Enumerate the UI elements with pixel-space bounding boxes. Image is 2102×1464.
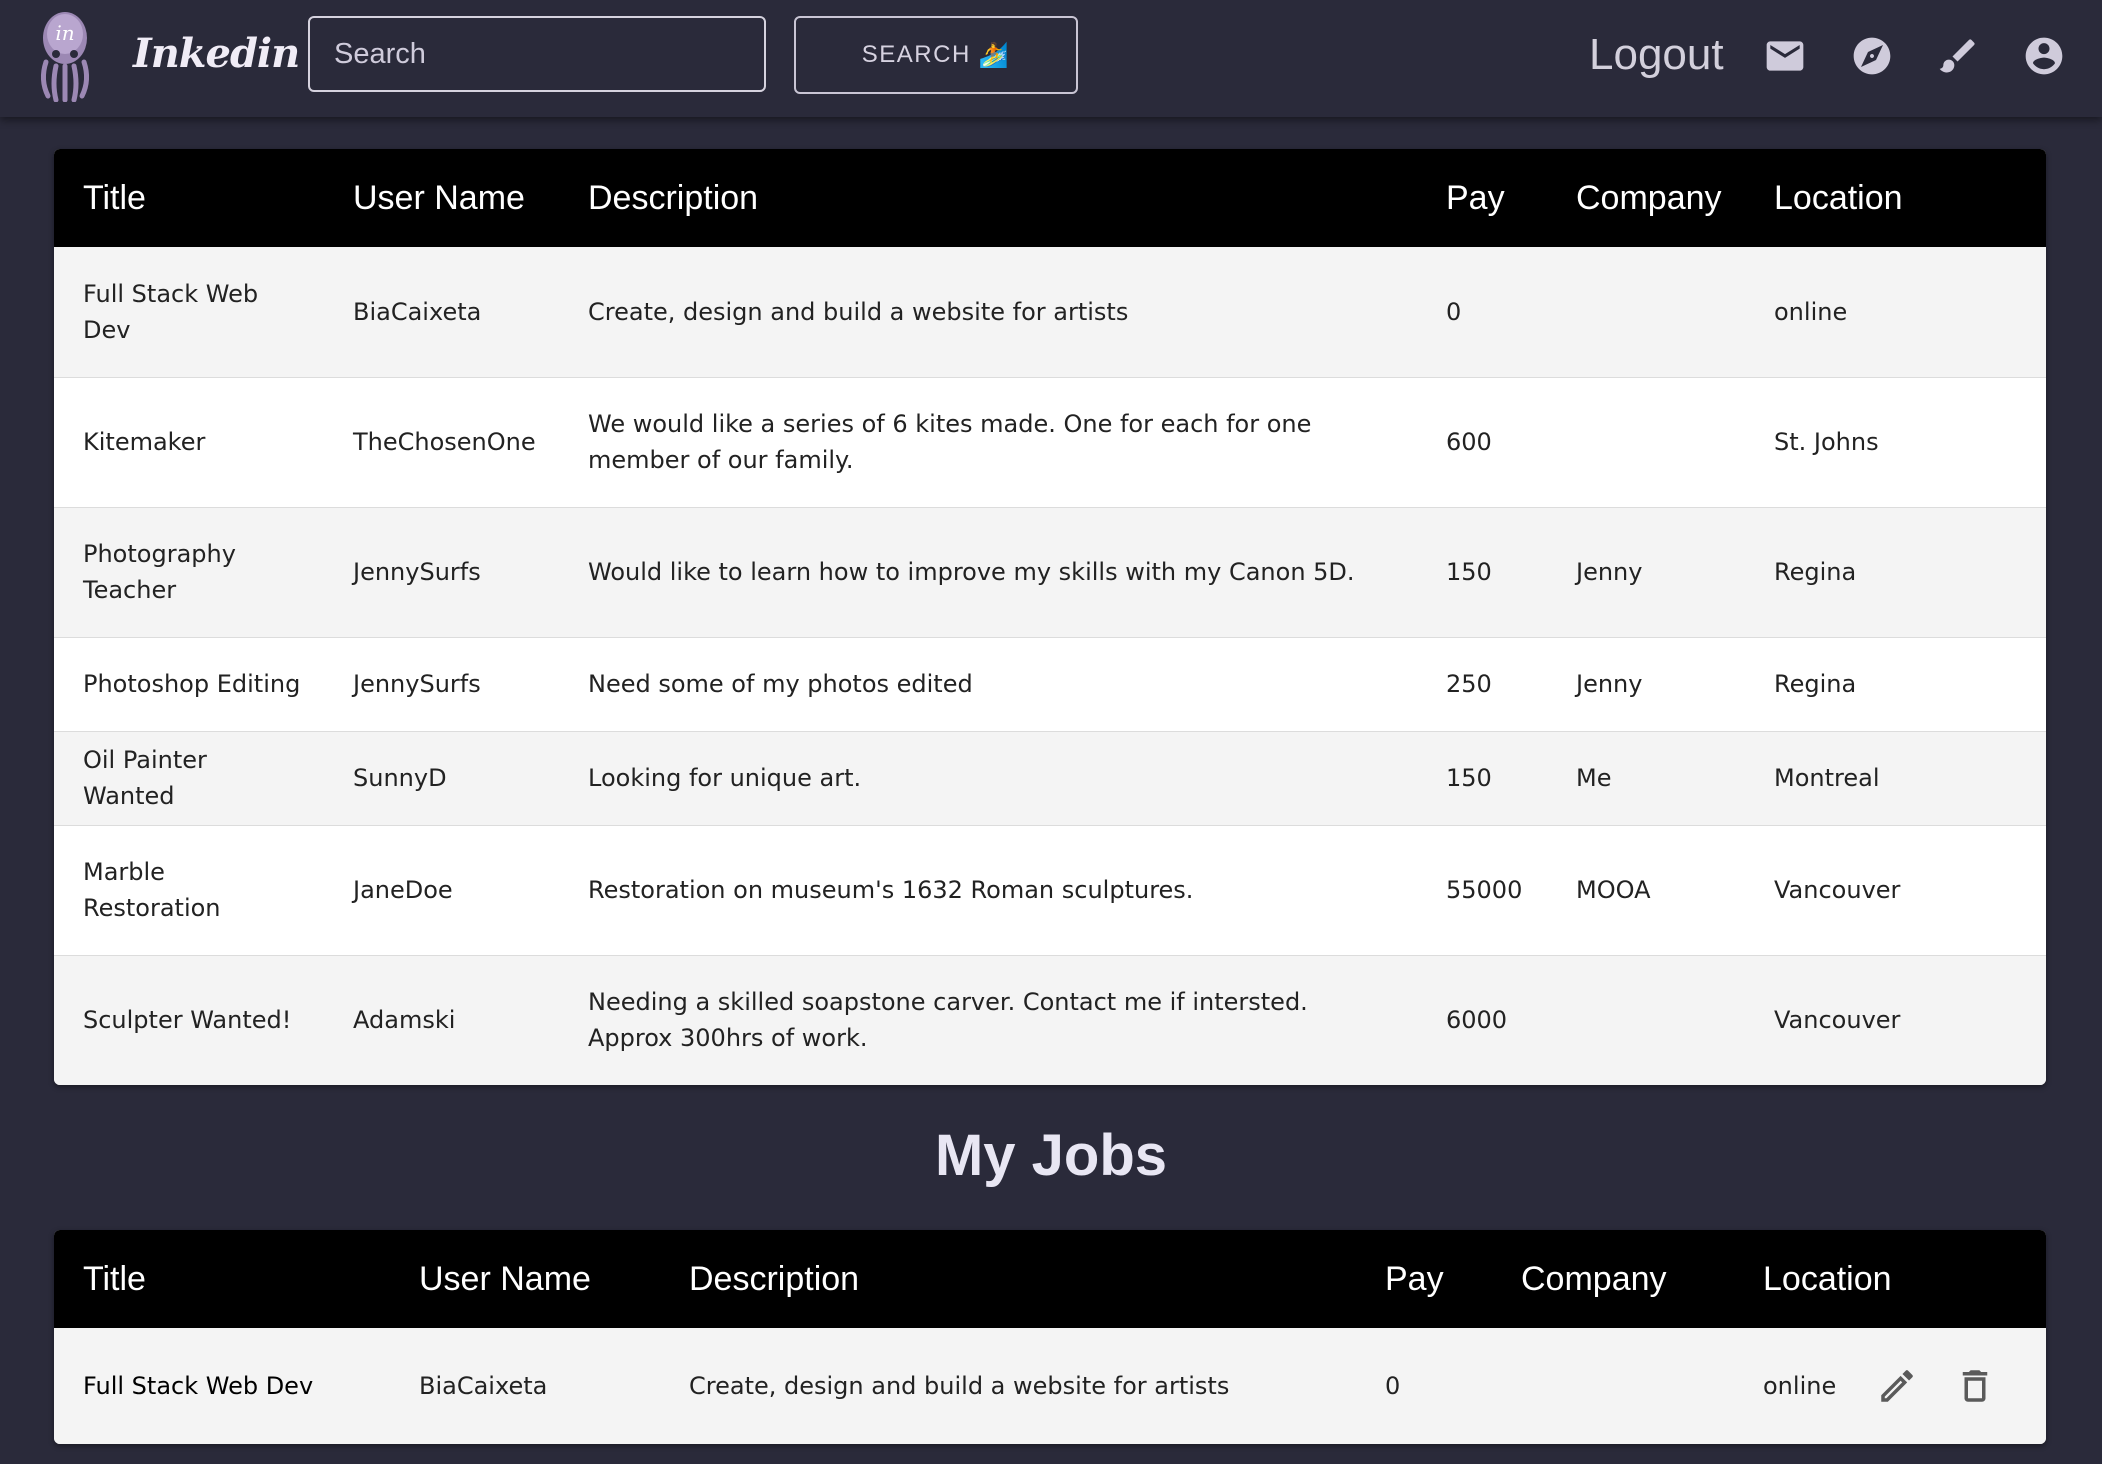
cell-company: MOOA [1547, 825, 1745, 956]
cell-pay: 600 [1417, 377, 1547, 508]
cell-pay: 250 [1417, 637, 1547, 732]
column-header-location: Location [1763, 1259, 1892, 1298]
cell-user-name: BiaCaixeta [324, 247, 559, 378]
mail-icon[interactable] [1763, 34, 1807, 78]
app-bar: in Inkedin SEARCH 🏄 Logout [0, 0, 2102, 117]
squid-logo-icon[interactable]: in [34, 10, 96, 103]
cell-description: Need some of my photos edited [559, 637, 1417, 732]
cell-pay: 55000 [1417, 825, 1547, 956]
table-row[interactable]: Sculpter Wanted! Adamski Needing a skill… [54, 955, 2046, 1085]
cell-description: Restoration on museum's 1632 Roman sculp… [559, 825, 1417, 956]
column-header-description: Description [588, 178, 759, 217]
cell-description: We would like a series of 6 kites made. … [559, 377, 1417, 508]
my-jobs-table-card: Title User Name Description Pay Company … [54, 1230, 2046, 1444]
search-button-label: SEARCH [861, 41, 971, 68]
cell-description: Looking for unique art. [559, 731, 1417, 826]
cell-company [1492, 1328, 1734, 1444]
cell-location: Vancouver [1745, 825, 2046, 956]
cell-user-name: TheChosenOne [324, 377, 559, 508]
cell-location: St. Johns [1745, 377, 2046, 508]
table-header-row: Title User Name Description Pay Company … [54, 149, 2046, 247]
cell-location: Montreal [1745, 731, 2046, 826]
column-header-user-name: User Name [353, 178, 525, 217]
table-row[interactable]: Full Stack Web Dev BiaCaixeta Create, de… [54, 247, 2046, 378]
column-header-actions [1866, 1230, 2046, 1328]
svg-text:in: in [55, 21, 74, 45]
cell-user-name: JaneDoe [324, 825, 559, 956]
cell-location: Vancouver [1774, 1006, 1901, 1035]
cell-company: Jenny [1547, 507, 1745, 638]
cell-description: Create, design and build a website for a… [689, 1372, 1230, 1400]
cell-actions [1866, 1328, 2046, 1444]
cell-description: Create, design and build a website for a… [559, 247, 1417, 378]
search-input[interactable] [308, 16, 766, 92]
cell-user-name: JennySurfs [324, 637, 559, 732]
column-header-company: Company [1521, 1259, 1667, 1298]
table-row[interactable]: Oil Painter Wanted SunnyD Looking for un… [54, 731, 2046, 826]
column-header-location: Location [1774, 178, 1903, 217]
cell-pay: 150 [1417, 507, 1547, 638]
cell-title: Oil Painter Wanted [54, 731, 324, 826]
cell-location: Regina [1745, 507, 2046, 638]
cell-pay: 150 [1417, 731, 1547, 826]
logout-link[interactable]: Logout [1589, 30, 1724, 80]
edit-icon[interactable] [1876, 1365, 1918, 1407]
brush-icon[interactable] [1936, 34, 1980, 78]
cell-location: online [1745, 247, 2046, 378]
cell-title: Full Stack Web Dev [54, 247, 324, 378]
column-header-description: Description [689, 1259, 860, 1298]
cell-company [1547, 377, 1745, 508]
cell-title: Marble Restoration [54, 825, 324, 956]
cell-location: Regina [1745, 637, 2046, 732]
table-header-row: Title User Name Description Pay Company … [54, 1230, 2046, 1328]
jobs-table: Title User Name Description Pay Company … [54, 149, 2046, 1085]
cell-title: Photography Teacher [54, 507, 324, 638]
compass-icon[interactable] [1850, 34, 1894, 78]
column-header-user-name: User Name [419, 1259, 591, 1298]
cell-title: Photoshop Editing [54, 637, 324, 732]
surfer-icon: 🏄 [978, 41, 1011, 69]
my-jobs-table: Title User Name Description Pay Company … [54, 1230, 2046, 1444]
cell-pay: 0 [1385, 1372, 1401, 1400]
search-button[interactable]: SEARCH 🏄 [794, 16, 1078, 94]
cell-company: Jenny [1547, 637, 1745, 732]
jobs-table-card: Title User Name Description Pay Company … [54, 149, 2046, 1085]
delete-icon[interactable] [1954, 1365, 1996, 1407]
table-row[interactable]: Kitemaker TheChosenOne We would like a s… [54, 377, 2046, 508]
column-header-pay: Pay [1385, 1259, 1444, 1298]
brand-name[interactable]: Inkedin [133, 30, 300, 77]
table-row[interactable]: Photography Teacher JennySurfs Would lik… [54, 507, 2046, 638]
cell-company [1547, 955, 1745, 1085]
cell-pay: 6000 [1446, 1006, 1508, 1035]
cell-user-name: BiaCaixeta [419, 1372, 548, 1400]
column-header-title: Title [83, 178, 146, 217]
cell-company [1547, 247, 1745, 378]
cell-description: Needing a skilled soapstone carver. Cont… [588, 988, 1308, 1053]
column-header-company: Company [1576, 178, 1722, 217]
cell-user-name: JennySurfs [324, 507, 559, 638]
account-icon[interactable] [2022, 34, 2066, 78]
cell-company: Me [1547, 731, 1745, 826]
cell-user-name: Adamski [353, 1006, 456, 1035]
cell-title: Full Stack Web Dev [83, 1372, 314, 1400]
cell-description: Would like to learn how to improve my sk… [559, 507, 1417, 638]
cell-location: online [1763, 1372, 1837, 1400]
cell-user-name: SunnyD [324, 731, 559, 826]
column-header-pay: Pay [1446, 178, 1505, 217]
cell-title: Kitemaker [54, 377, 324, 508]
my-jobs-heading: My Jobs [934, 1123, 1168, 1188]
table-row[interactable]: Full Stack Web Dev BiaCaixeta Create, de… [54, 1328, 2046, 1444]
table-row[interactable]: Marble Restoration JaneDoe Restoration o… [54, 825, 2046, 956]
cell-pay: 0 [1417, 247, 1547, 378]
table-row[interactable]: Photoshop Editing JennySurfs Need some o… [54, 637, 2046, 732]
column-header-title: Title [83, 1259, 146, 1298]
cell-title: Sculpter Wanted! [83, 1006, 292, 1035]
